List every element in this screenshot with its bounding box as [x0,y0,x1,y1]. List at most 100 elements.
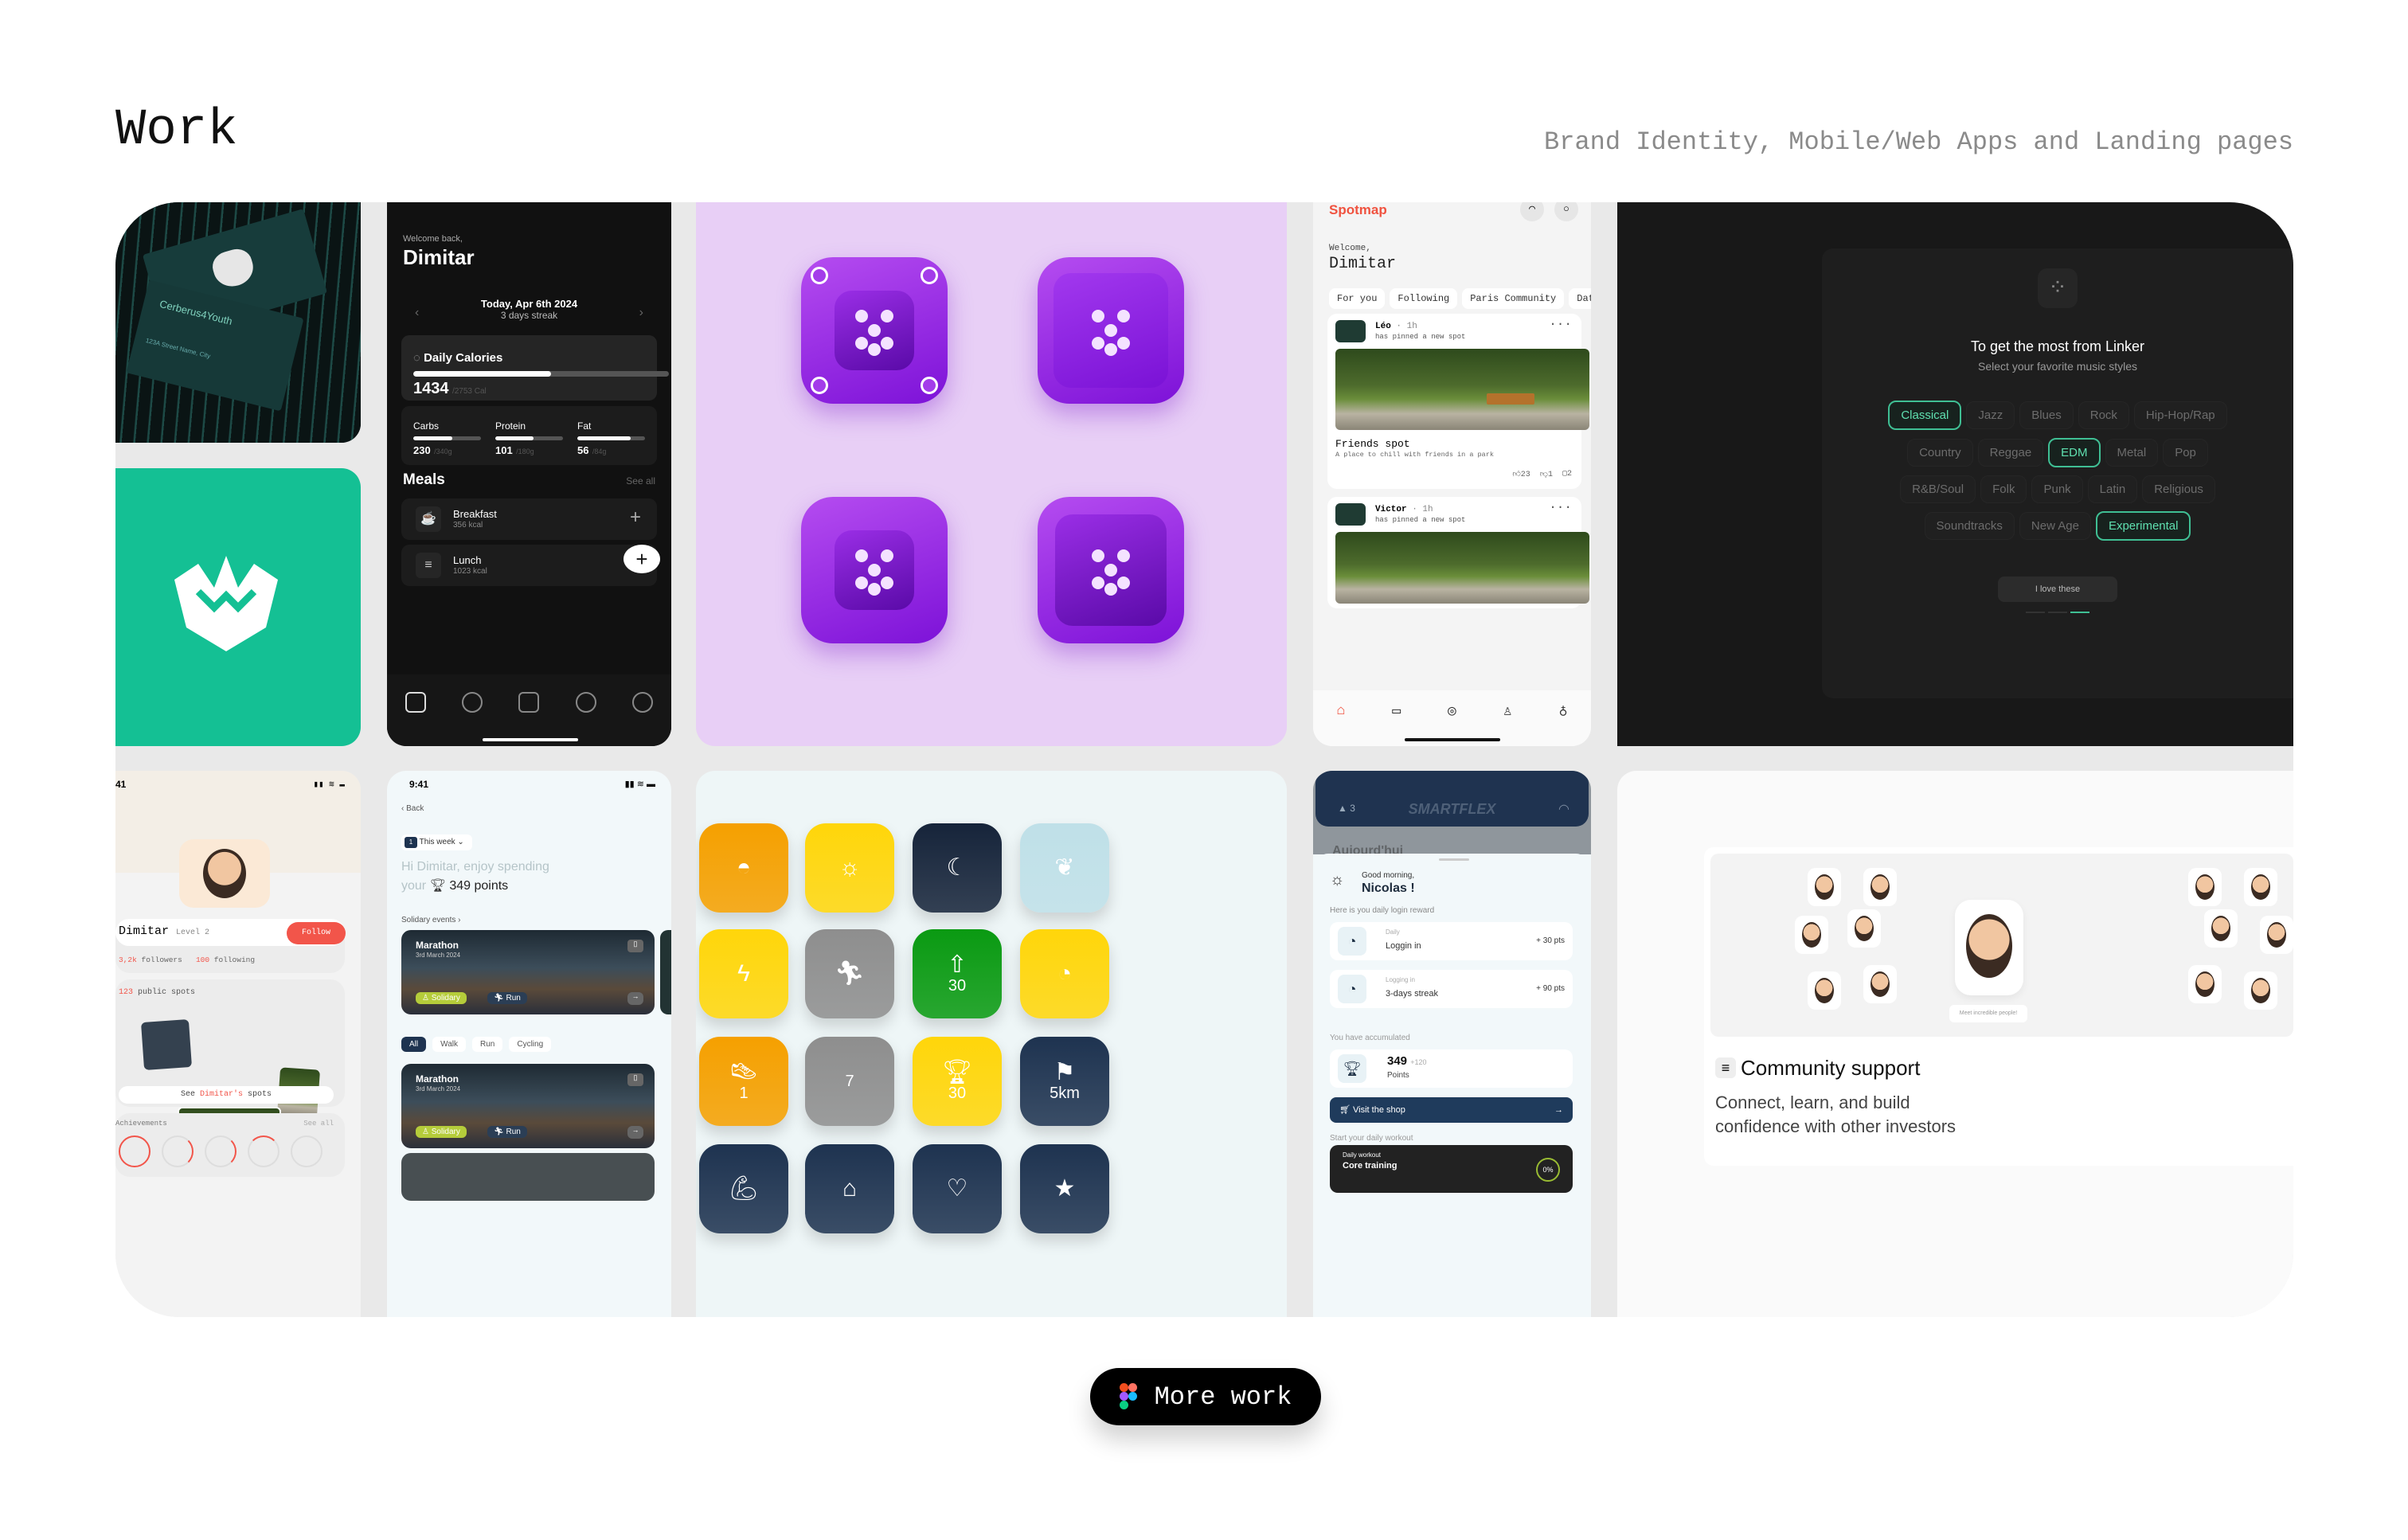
event-card[interactable]: Marathon 3rd March 2024 ▯ ♙ Solidary 🏃︎ Run → [401,1064,655,1148]
project-community-landing[interactable]: Meet incredible people! ≡ Community supp… [1617,771,2293,1317]
badge-moon-icon[interactable]: ☾ [913,823,1002,913]
genre-chip[interactable]: Rock [2078,401,2129,429]
genre-chip[interactable]: Latin [2087,475,2138,503]
back-button[interactable]: ‹ Back [401,804,424,813]
genre-chip[interactable]: Hip-Hop/Rap [2133,401,2227,429]
spot-photo [1335,349,1589,430]
project-spotmap-app[interactable]: Spotmap ◠ ○ Welcome, Dimitar For you Foll… [1313,202,1591,746]
project-events-app[interactable]: 9:41 ▮▮ ≋ ▬ ‹ Back 1 This week ⌄ Hi Dimi… [387,771,671,1317]
badge-muscle-icon[interactable]: 💪︎ [699,1144,788,1233]
tab-chip[interactable]: Dat [1569,288,1591,309]
week-dropdown[interactable]: 1 This week ⌄ [401,834,472,850]
badge-arrows-up-icon[interactable]: ⇧ 30 [913,929,1002,1018]
calories-card[interactable]: ◌ Daily Calories 1434 /2753 Cal [401,335,669,401]
meal-row[interactable]: ☕ Breakfast 356 kcal + [401,498,657,540]
tab-chip[interactable]: Paris Community [1462,288,1565,309]
comment-button[interactable]: ▢2 [1562,469,1572,479]
profile-icon[interactable] [632,692,654,713]
project-app-icons[interactable] [696,202,1287,746]
home-icon[interactable]: ⌂ [1336,703,1345,719]
arrow-right-icon[interactable]: → [627,1126,643,1139]
genre-chip[interactable]: New Age [2019,512,2091,540]
badge-flag-icon[interactable]: ⚑ 5km [1020,1037,1109,1126]
project-linker-app[interactable]: ⁘ To get the most from Linker Select you… [1617,202,2293,746]
filter-chip[interactable]: Cycling [509,1037,552,1052]
project-badge-icons[interactable]: ◓ ☼ ☾ ❦ ϟ 🏃︎ ⇧ 30 ◔ 👟︎ 1 7 🏆︎ 30 ⚑ 5km 💪︎ ⌂ ♡ ★ [696,771,1287,1317]
more-work-button[interactable]: More work [1090,1368,1321,1425]
filter-chip[interactable]: Walk [432,1037,466,1052]
project-brand-cards[interactable]: Cerberus4Youth 123A Street Name, City [115,202,361,443]
badge-sun-icon[interactable]: ☼ [805,823,894,913]
achievement-badge[interactable] [119,1135,150,1167]
meal-row[interactable]: ≡ Lunch 1023 kcal [401,545,657,586]
achievement-badge[interactable] [205,1135,236,1167]
see-spots-button[interactable]: See Dimitar's spots [119,1086,334,1104]
tab-chip[interactable]: Following [1390,288,1458,309]
badge-laurel-icon[interactable]: ❦ [1020,823,1109,913]
genre-chip[interactable]: Pop [2163,439,2208,467]
genre-chip[interactable]: Country [1907,439,1973,467]
badge-seven-icon[interactable]: 7 [805,1037,894,1126]
genre-chip[interactable]: Blues [2019,401,2074,429]
project-profile-screen[interactable]: 41 ▮▮ ≋ ▬ Dimitar Level 2 Follow 3,2k fo… [115,771,361,1317]
visit-shop-button[interactable]: 🛒︎ Visit the shop → [1330,1097,1573,1123]
post-card[interactable]: Victor · 1h has pinned a new spot ··· [1327,497,1589,608]
genre-chip[interactable]: Punk [2031,475,2083,503]
badge-shoe-icon[interactable]: 👟︎ 1 [699,1037,788,1126]
filter-chip[interactable]: All [401,1037,427,1052]
confirm-button[interactable]: I love these [1998,577,2117,602]
badge-bolt-icon[interactable]: ϟ [699,929,788,1018]
post-card[interactable]: Léo · 1h has pinned a new spot ··· Frien… [1327,314,1589,489]
badge-runner-icon[interactable]: 🏃︎ [805,929,894,1018]
genre-chip[interactable]: R&B/Soul [1900,475,1976,503]
achievement-badge[interactable] [162,1135,194,1167]
bookmark-icon[interactable]: ▯ [627,940,643,952]
chat-icon[interactable]: ▭ [1392,702,1401,720]
badge-abs-icon[interactable]: ⌂ [805,1144,894,1233]
see-all-link[interactable]: See all [626,475,655,487]
genre-chip[interactable]: EDM [2048,438,2101,467]
genre-chip[interactable]: Soundtracks [1924,512,2015,540]
bell-icon[interactable]: ◠ [1558,801,1570,817]
genre-chip[interactable]: Experimental [2095,511,2191,541]
genre-chip[interactable]: Classical [1888,401,1962,430]
follow-button[interactable]: Follow [287,922,346,944]
home-icon[interactable] [405,692,426,713]
badge-trophy-icon[interactable]: 🏆︎ 30 [913,1037,1002,1126]
tab-chip[interactable]: For you [1329,288,1386,309]
genre-chip[interactable]: Reggae [1977,439,2044,467]
filter-chip[interactable]: Run [471,1037,503,1052]
genre-chip[interactable]: Religious [2142,475,2215,503]
achievement-badge[interactable] [248,1135,280,1167]
dislike-button[interactable]: 👎︎1 [1540,469,1553,479]
bell-icon[interactable]: ◠ [1520,202,1544,221]
project-brand-logo[interactable] [115,468,361,746]
see-all-link[interactable]: See all [303,1120,334,1128]
bag-icon[interactable]: ♁ [1559,702,1568,720]
bookmark-icon[interactable]: ▯ [627,1073,643,1086]
badge-sunrise-icon[interactable]: ◓ [699,823,788,913]
profile-icon[interactable]: ♙ [1503,702,1512,720]
event-card[interactable]: Marathon 3rd March 2024 ▯ ♙ Solidary 🏃︎ Run → [401,930,655,1014]
add-fab-button[interactable]: + [624,545,660,573]
more-icon[interactable]: ··· [1549,500,1572,514]
genre-chip[interactable]: Metal [2105,439,2159,467]
arrow-right-icon[interactable]: → [627,992,643,1005]
scan-icon[interactable] [518,692,540,713]
add-meal-icon[interactable]: + [630,506,641,529]
more-icon[interactable]: ··· [1549,317,1572,331]
achievement-badge[interactable] [291,1135,322,1167]
workout-card[interactable]: Daily workout Core training 0% [1330,1145,1573,1193]
genre-chip[interactable]: Folk [1980,475,2027,503]
cookie-icon[interactable] [462,692,483,713]
search-icon[interactable]: ○ [1554,202,1578,221]
like-button[interactable]: 👍︎23 [1512,469,1530,479]
badge-heart-icon[interactable]: ♡ [913,1144,1002,1233]
project-fitness-app[interactable]: Welcome back, Dimitar ‹ › Today, Apr 6th… [387,202,671,746]
location-icon[interactable]: ◎ [1448,702,1456,720]
badge-certificate-icon[interactable]: ★ [1020,1144,1109,1233]
genre-chip[interactable]: Jazz [1966,401,2015,429]
badge-stopwatch-icon[interactable]: ◔ [1020,929,1109,1018]
project-smartflex-app[interactable]: ▲ 3 SMARTFLEX ◠ Aujourd'hui ☼ Good morni… [1313,771,1591,1317]
compass-icon[interactable] [575,692,596,713]
